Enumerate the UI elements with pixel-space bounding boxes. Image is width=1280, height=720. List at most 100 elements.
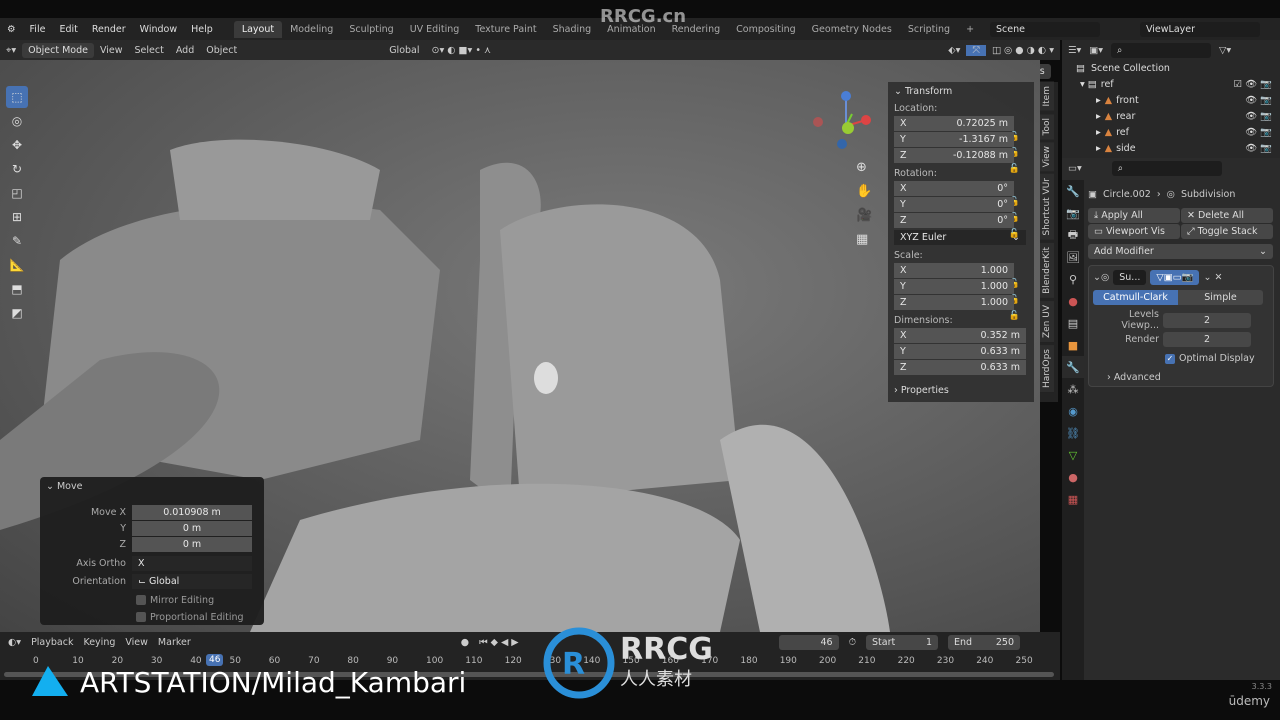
sidebar-tab-blenderkit[interactable]: BlenderKit (1040, 242, 1054, 298)
mirror-editing-checkbox[interactable]: Mirror Editing (40, 592, 264, 608)
outliner-item[interactable]: ▸ ▲ ref 👁 📷 (1062, 124, 1280, 140)
camera-icon[interactable]: 🎥 (856, 204, 872, 228)
timeline-editor-icon[interactable]: ◐▾ (8, 637, 21, 648)
menu-render[interactable]: Render (85, 24, 133, 35)
transform-orientation[interactable]: Global (383, 45, 425, 56)
view-menu[interactable]: View (125, 637, 148, 648)
tab-shading[interactable]: Shading (545, 21, 600, 38)
sidebar-tab-view[interactable]: View (1040, 141, 1054, 172)
add-cube-tool-icon[interactable]: ⬒ (6, 278, 28, 300)
marker-menu[interactable]: Marker (158, 637, 191, 648)
menu-object[interactable]: Object (200, 45, 243, 56)
visibility-icons[interactable]: ☑ 👁 📷 (1234, 79, 1272, 90)
end-frame-field[interactable]: End 250 (948, 634, 1021, 650)
scale-z-field[interactable]: Z 1.000 (894, 295, 1014, 310)
playback-controls-icon[interactable]: ⏮ ◆ ◀ ▶ (479, 637, 519, 648)
collapse-icon[interactable]: ⌄◎ (1093, 272, 1109, 283)
toggle-stack-button[interactable]: ⤢ Toggle Stack (1181, 224, 1273, 239)
dimensions-x-field[interactable]: X 0.352 m (894, 328, 1026, 343)
display-mode-icon[interactable]: ▣▾ (1089, 45, 1103, 56)
tab-modeling[interactable]: Modeling (282, 21, 341, 38)
outliner-item[interactable]: ▸ ▲ side 👁 📷 (1062, 140, 1280, 156)
orientation-select[interactable]: ⌙ Global (132, 573, 252, 589)
axis-ortho-select[interactable]: X (132, 555, 252, 571)
dimensions-y-field[interactable]: Y 0.633 m (894, 344, 1026, 359)
object-tab-icon[interactable]: ■ (1062, 334, 1084, 356)
add-workspace-button[interactable]: + (958, 21, 982, 38)
particles-tab-icon[interactable]: ⁂ (1062, 378, 1084, 400)
snap-icon[interactable]: ⊙▾ ◐ ■▾ • ⋏ (426, 45, 497, 56)
overlay-toggle-icon[interactable]: ⤧ (966, 44, 986, 56)
lock-icon[interactable]: 🔓 (1009, 229, 1020, 239)
record-icon[interactable]: ● (461, 637, 469, 648)
render-tab-icon[interactable]: 📷 (1062, 202, 1084, 224)
current-frame-field[interactable]: 46 (778, 634, 839, 650)
tab-scripting[interactable]: Scripting (900, 21, 958, 38)
tool-tab-icon[interactable]: 🔧 (1062, 180, 1084, 202)
rotation-y-field[interactable]: Y 0° (894, 197, 1014, 212)
properties-subpanel[interactable]: › Properties (888, 381, 1034, 398)
sidebar-tab-tool[interactable]: Tool (1040, 113, 1054, 139)
mode-selector[interactable]: Object Mode (22, 42, 94, 58)
properties-search-input[interactable]: ⌕ (1111, 160, 1222, 176)
location-z-field[interactable]: Z -0.12088 m (894, 148, 1014, 163)
measure-tool-icon[interactable]: 📐 (6, 254, 28, 276)
levels-viewport-field[interactable]: 2 (1163, 312, 1251, 328)
sidebar-tab-hardops[interactable]: HardOps (1040, 344, 1054, 392)
modifier-tab-icon[interactable]: 🔧 (1062, 356, 1084, 378)
properties-editor-icon[interactable]: ▭▾ (1068, 163, 1082, 174)
modifier-menu-icon[interactable]: ⌄ ✕ (1203, 272, 1222, 283)
annotate-tool-icon[interactable]: ✎ (6, 230, 28, 252)
start-frame-field[interactable]: Start 1 (866, 634, 939, 650)
data-tab-icon[interactable]: ▽ (1062, 444, 1084, 466)
scene-collection-row[interactable]: ▤ Scene Collection (1062, 60, 1280, 76)
menu-window[interactable]: Window (133, 24, 184, 35)
modifier-name-input[interactable]: Su... (1113, 270, 1147, 285)
tab-texture-paint[interactable]: Texture Paint (467, 21, 544, 38)
rotation-x-field[interactable]: X 0° (894, 181, 1014, 196)
scale-tool-icon[interactable]: ◰ (6, 182, 28, 204)
editor-type-icon[interactable]: ⌖▾ (0, 45, 22, 56)
navigation-gizmo[interactable] (808, 90, 872, 157)
constraints-tab-icon[interactable]: ⛓ (1062, 422, 1084, 444)
visibility-icons[interactable]: 👁 📷 (1245, 143, 1272, 154)
location-y-field[interactable]: Y -1.3167 m (894, 132, 1014, 147)
menu-add[interactable]: Add (170, 45, 200, 56)
menu-help[interactable]: Help (184, 24, 220, 35)
move-z-field[interactable]: 0 m (132, 536, 252, 552)
menu-view[interactable]: View (94, 45, 129, 56)
proportional-editing-checkbox[interactable]: Proportional Editing (40, 609, 264, 625)
catmull-clark-button[interactable]: Catmull-Clark (1093, 290, 1178, 305)
move-tool-icon[interactable]: ✥ (6, 134, 28, 156)
collection-row-ref[interactable]: ▾ ▤ ref ☑ 👁 📷 (1062, 76, 1280, 92)
outliner-item[interactable]: ▸ ▲ front 👁 📷 (1062, 92, 1280, 108)
tab-sculpting[interactable]: Sculpting (341, 21, 401, 38)
visibility-icons[interactable]: 👁 📷 (1245, 95, 1272, 106)
select-tool-icon[interactable]: ⬚ (6, 86, 28, 108)
move-panel-header[interactable]: ⌄ Move (40, 477, 264, 496)
dimensions-z-field[interactable]: Z 0.633 m (894, 360, 1026, 375)
keying-menu[interactable]: Keying (83, 637, 115, 648)
render-levels-field[interactable]: 2 (1163, 332, 1251, 347)
transform-tool-icon[interactable]: ⊞ (6, 206, 28, 228)
material-tab-icon[interactable]: ● (1062, 466, 1084, 488)
rotate-tool-icon[interactable]: ↻ (6, 158, 28, 180)
gizmo-toggle-icon[interactable]: ⬖▾ (942, 45, 966, 56)
optimal-display-checkbox[interactable]: ✓ (1165, 353, 1175, 364)
location-x-field[interactable]: X 0.72025 m (894, 116, 1014, 131)
extra-tool-icon[interactable]: ◩ (6, 302, 28, 324)
menu-edit[interactable]: Edit (52, 24, 84, 35)
modifier-visibility-icons[interactable]: ▽▣▭📷 (1150, 270, 1200, 285)
output-tab-icon[interactable]: 🖶 (1062, 224, 1084, 246)
collection-tab-icon[interactable]: ▤ (1062, 312, 1084, 334)
playback-menu[interactable]: Playback (31, 637, 73, 648)
outliner-item[interactable]: ▸ ▲ rear 👁 📷 (1062, 108, 1280, 124)
delete-all-button[interactable]: ✕ Delete All (1181, 208, 1273, 223)
move-y-field[interactable]: 0 m (132, 520, 252, 536)
sidebar-tab-item[interactable]: Item (1040, 82, 1054, 111)
outliner-filter-icon[interactable]: ▽▾ (1219, 45, 1231, 56)
physics-tab-icon[interactable]: ◉ (1062, 400, 1084, 422)
simple-button[interactable]: Simple (1178, 290, 1263, 305)
menu-file[interactable]: File (23, 24, 53, 35)
tab-layout[interactable]: Layout (233, 20, 283, 38)
